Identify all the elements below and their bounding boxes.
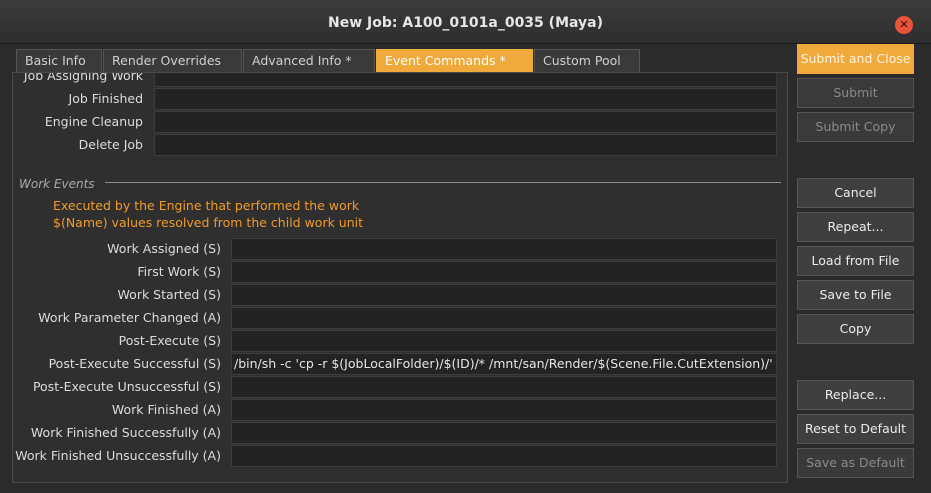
reset-to-default-button[interactable]: Reset to Default	[797, 414, 914, 444]
title-bar: New Job: A100_0101a_0035 (Maya) ✕	[0, 0, 931, 44]
delete-job-field[interactable]	[154, 134, 777, 156]
load-from-file-button[interactable]: Load from File	[797, 246, 914, 276]
first-work-field[interactable]	[231, 261, 777, 283]
submit-button[interactable]: Submit	[797, 78, 914, 108]
field-label: First Work (S)	[137, 264, 221, 279]
field-label: Work Parameter Changed (A)	[38, 310, 221, 325]
dialog-body: Basic Info Render Overrides Advanced Inf…	[0, 44, 931, 493]
field-label: Work Finished Successfully (A)	[30, 425, 221, 440]
post-execute-successful-field[interactable]: /bin/sh -c 'cp -r $(JobLocalFolder)/$(ID…	[231, 353, 777, 375]
field-label: Work Finished (A)	[111, 402, 221, 417]
field-label: Engine Cleanup	[44, 114, 143, 129]
cancel-button[interactable]: Cancel	[797, 178, 914, 208]
event-commands-panel: Job Assigning Work Job Finished Engine C…	[12, 72, 788, 483]
work-parameter-changed-field[interactable]	[231, 307, 777, 329]
field-label: Work Started (S)	[117, 287, 221, 302]
field-label: Post-Execute (S)	[118, 333, 221, 348]
engine-cleanup-field[interactable]	[154, 111, 777, 133]
tab-bar: Basic Info Render Overrides Advanced Inf…	[16, 49, 641, 72]
tab-event-commands[interactable]: Event Commands *	[376, 49, 533, 72]
tab-advanced-info[interactable]: Advanced Info *	[243, 49, 375, 72]
window-title: New Job: A100_0101a_0035 (Maya)	[328, 15, 603, 31]
copy-button[interactable]: Copy	[797, 314, 914, 344]
work-finished-field[interactable]	[231, 399, 777, 421]
job-finished-field[interactable]	[154, 88, 777, 110]
work-finished-successfully-field[interactable]	[231, 422, 777, 444]
post-execute-unsuccessful-field[interactable]	[231, 376, 777, 398]
tab-render-overrides[interactable]: Render Overrides	[103, 49, 242, 72]
submit-and-close-button[interactable]: Submit and Close	[797, 44, 914, 74]
save-as-default-button[interactable]: Save as Default	[797, 448, 914, 478]
close-icon[interactable]: ✕	[895, 16, 913, 34]
post-execute-field[interactable]	[231, 330, 777, 352]
field-label: Post-Execute Successful (S)	[48, 356, 221, 371]
work-events-heading: Work Events	[19, 177, 95, 191]
save-to-file-button[interactable]: Save to File	[797, 280, 914, 310]
repeat-button[interactable]: Repeat...	[797, 212, 914, 242]
tab-basic-info[interactable]: Basic Info	[16, 49, 102, 72]
field-label: Work Assigned (S)	[107, 241, 221, 256]
field-label: Delete Job	[78, 137, 143, 152]
replace-button[interactable]: Replace...	[797, 380, 914, 410]
section-divider	[105, 182, 781, 183]
tab-custom-pool[interactable]: Custom Pool	[534, 49, 640, 72]
submit-copy-button[interactable]: Submit Copy	[797, 112, 914, 142]
field-label: Work Finished Unsuccessfully (A)	[15, 448, 221, 463]
work-events-note-1: Executed by the Engine that performed th…	[53, 198, 360, 213]
work-assigned-field[interactable]	[231, 238, 777, 260]
work-started-field[interactable]	[231, 284, 777, 306]
work-finished-unsuccessfully-field[interactable]	[231, 445, 777, 467]
job-assigning-work-field[interactable]	[154, 73, 777, 87]
work-events-note-2: $(Name) values resolved from the child w…	[53, 215, 364, 230]
field-label: Post-Execute Unsuccessful (S)	[32, 379, 221, 394]
field-label: Job Assigning Work	[23, 72, 143, 83]
field-label: Job Finished	[68, 91, 143, 106]
